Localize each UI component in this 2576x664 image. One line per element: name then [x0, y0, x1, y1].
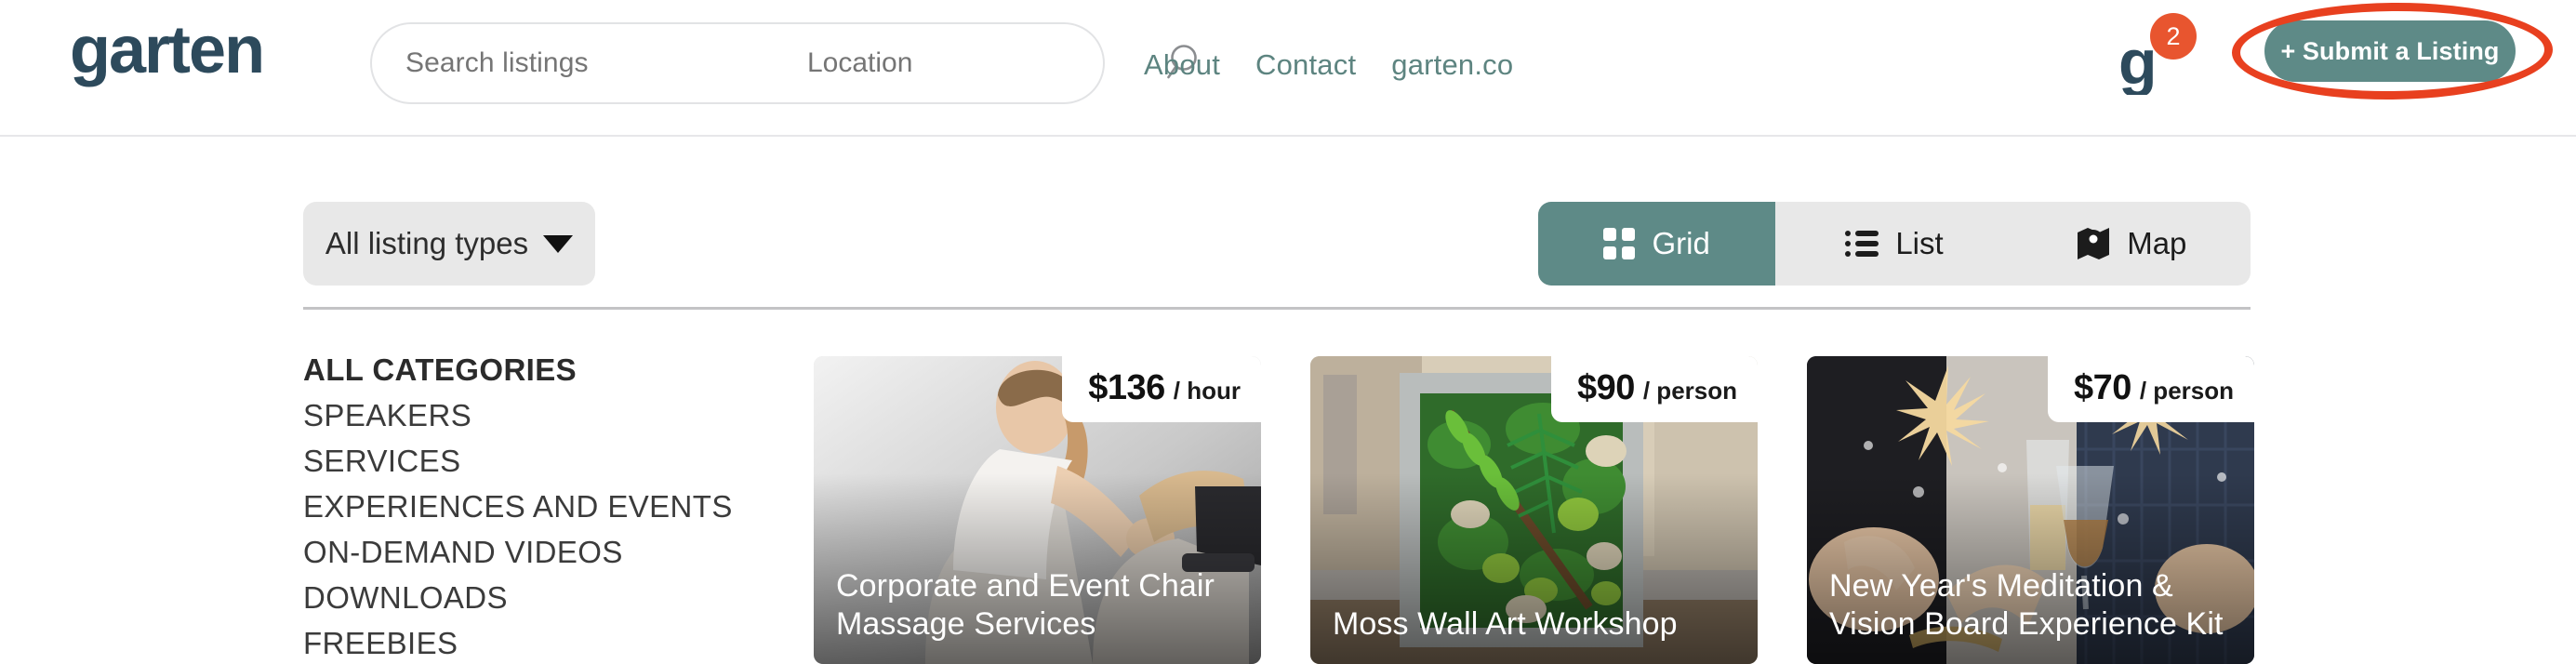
grid-icon [1603, 228, 1636, 259]
listing-price-amount: $136 [1088, 368, 1165, 407]
svg-text:garten: garten [70, 20, 263, 87]
category-item-downloads[interactable]: DOWNLOADS [303, 575, 768, 620]
view-mode-toggle: Grid List Map [1538, 202, 2251, 286]
page-root: garten About Contact garten.co g [0, 0, 2576, 664]
view-toggle-list[interactable]: List [1775, 202, 2012, 286]
view-toggle-list-label: List [1895, 226, 1944, 260]
account-avatar[interactable]: g 2 [2113, 13, 2198, 99]
listing-card[interactable]: $70 / person New Year's Meditation & Vis… [1807, 356, 2254, 664]
listing-price-unit: / hour [1173, 377, 1241, 405]
nav-link-contact[interactable]: Contact [1255, 48, 1356, 82]
toolbar-divider [303, 307, 2251, 310]
listing-title: Moss Wall Art Workshop [1333, 606, 1678, 642]
search-bar[interactable] [370, 22, 1197, 104]
listing-price: $90 / person [1550, 356, 1758, 422]
map-pin-icon [2078, 228, 2110, 259]
category-item-freebies[interactable]: FREEBIES [303, 620, 768, 664]
category-item-speakers[interactable]: SPEAKERS [303, 392, 768, 438]
listing-type-filter[interactable]: All listing types [303, 202, 595, 286]
listing-title: New Year's Meditation & Vision Board Exp… [1829, 568, 2224, 642]
listing-price: $70 / person [2047, 356, 2254, 422]
submit-a-listing-button[interactable]: + Submit a Listing [2264, 20, 2516, 82]
garten-wordmark-icon: garten [70, 20, 265, 87]
location-input[interactable] [772, 24, 1166, 102]
view-toggle-grid-label: Grid [1652, 226, 1710, 260]
search-input[interactable] [372, 24, 772, 102]
listing-price-unit: / person [1642, 377, 1737, 405]
listing-price-unit: / person [2139, 377, 2234, 405]
garten-logo[interactable]: garten [67, 13, 267, 99]
nav-link-about[interactable]: About [1144, 48, 1220, 82]
category-item-all-categories[interactable]: ALL CATEGORIES [303, 347, 768, 392]
view-toggle-grid[interactable]: Grid [1538, 202, 1776, 286]
listing-type-filter-label: All listing types [325, 226, 529, 260]
listing-grid: $136 / hour Corporate and Event Chair Ma… [814, 356, 2254, 664]
view-toggle-map[interactable]: Map [2013, 202, 2251, 286]
list-icon [1845, 231, 1879, 257]
category-item-services[interactable]: SERVICES [303, 438, 768, 484]
chevron-down-icon [543, 234, 574, 253]
site-header: garten About Contact garten.co g [0, 0, 2576, 137]
listing-card[interactable]: $90 / person Moss Wall Art Workshop [1310, 356, 1758, 664]
notification-badge: 2 [2150, 13, 2197, 60]
listing-price: $136 / hour [1062, 356, 1261, 422]
listing-price-amount: $90 [1576, 368, 1635, 407]
category-item-experiences-and-events[interactable]: EXPERIENCES AND EVENTS [303, 484, 768, 529]
listing-card[interactable]: $136 / hour Corporate and Event Chair Ma… [814, 356, 1261, 664]
category-list: ALL CATEGORIES SPEAKERS SERVICES EXPERIE… [303, 347, 768, 664]
listing-price-amount: $70 [2073, 368, 2131, 407]
listing-title: Corporate and Event Chair Massage Servic… [836, 568, 1215, 642]
primary-nav: About Contact garten.co [1144, 0, 1548, 130]
nav-link-garten-co[interactable]: garten.co [1391, 48, 1513, 82]
category-item-on-demand-videos[interactable]: ON-DEMAND VIDEOS [303, 529, 768, 575]
view-toggle-map-label: Map [2127, 226, 2187, 260]
